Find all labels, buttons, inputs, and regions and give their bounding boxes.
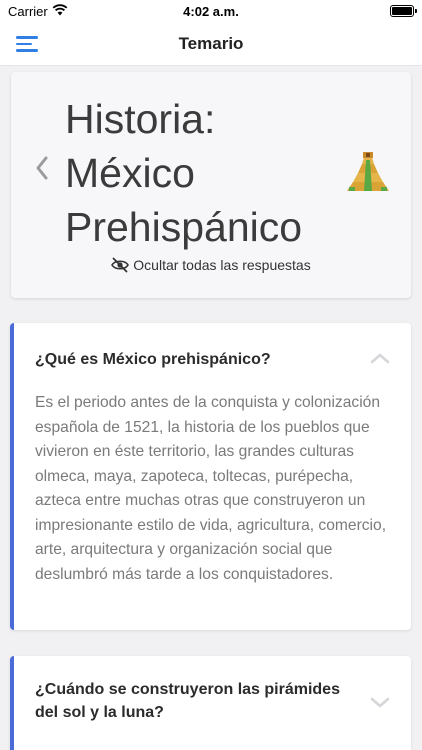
nav-bar: Temario xyxy=(0,22,422,66)
question-card[interactable]: ¿Qué es México prehispánico? Es el perio… xyxy=(10,323,411,630)
chevron-down-icon[interactable] xyxy=(369,696,391,710)
status-bar: Carrier 4:02 a.m. xyxy=(0,0,422,22)
question-card[interactable]: ¿Cuándo se construyeron las pirámides de… xyxy=(10,656,411,750)
question-text: ¿Cuándo se construyeron las pirámides de… xyxy=(35,681,340,721)
topic-title: Historia: México Prehispánico xyxy=(65,96,303,250)
chevron-up-icon[interactable] xyxy=(369,351,391,365)
topic-header-card: Historia: México Prehispánico Ocultar to… xyxy=(11,72,411,298)
eye-slash-icon xyxy=(111,257,130,273)
chevron-left-icon[interactable] xyxy=(33,154,51,182)
status-time: 4:02 a.m. xyxy=(183,4,239,19)
page-title: Temario xyxy=(178,34,244,53)
pyramid-icon xyxy=(347,152,389,191)
battery-icon xyxy=(390,5,417,17)
hide-all-answers-label: Ocultar todas las respuestas xyxy=(133,257,311,273)
answer-text: Es el periodo antes de la conquista y co… xyxy=(35,394,387,583)
question-text: ¿Qué es México prehispánico? xyxy=(35,351,271,368)
hide-all-answers-button[interactable]: Ocultar todas las respuestas xyxy=(11,257,411,273)
